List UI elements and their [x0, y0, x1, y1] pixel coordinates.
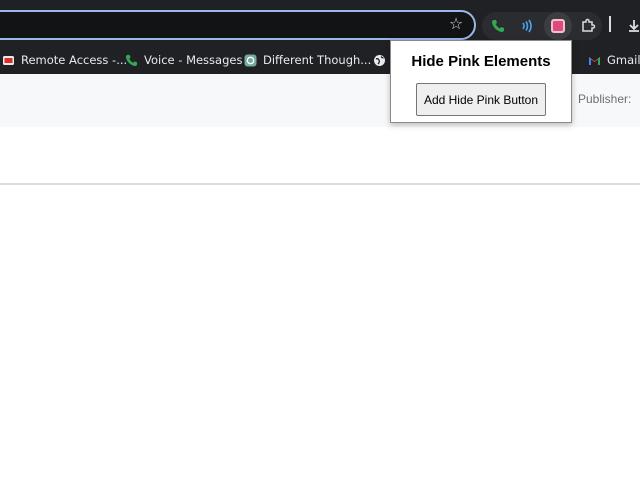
address-bar[interactable]	[0, 10, 476, 40]
star-icon[interactable]: ☆	[447, 15, 465, 33]
bookmark-label: Voice - Messages	[144, 53, 243, 67]
pink-square-icon	[551, 19, 565, 33]
bookmark-voice-messages[interactable]: Voice - Messages	[125, 51, 242, 69]
bookmark-label: Remote Access -...	[21, 53, 128, 67]
globe-icon	[373, 54, 386, 67]
chatgpt-icon	[244, 54, 257, 67]
phone-icon	[125, 54, 138, 67]
publisher-label: Publisher:	[578, 92, 632, 106]
remote-access-icon	[2, 54, 15, 67]
add-hide-pink-button[interactable]: Add Hide Pink Button	[416, 83, 546, 116]
popup-title: Hide Pink Elements	[411, 53, 551, 70]
bookmark-label: Gmail	[607, 53, 640, 67]
toolbar-divider	[609, 16, 611, 32]
phone-extension-icon[interactable]	[484, 12, 512, 40]
download-icon[interactable]	[620, 12, 640, 40]
bookmark-gmail[interactable]: Gmail	[588, 51, 640, 69]
bookmark-different-thought[interactable]: Different Though...	[244, 51, 371, 69]
wireless-extension-icon[interactable]	[513, 12, 541, 40]
page-content-strip	[0, 127, 640, 185]
extension-popup: Hide Pink Elements Add Hide Pink Button	[390, 40, 572, 123]
gmail-icon	[588, 54, 601, 67]
extensions-puzzle-icon[interactable]	[574, 12, 602, 40]
bookmark-label: Different Though...	[263, 53, 372, 67]
bookmark-remote-access[interactable]: Remote Access -...	[2, 51, 127, 69]
hide-pink-extension-icon[interactable]	[544, 12, 572, 40]
